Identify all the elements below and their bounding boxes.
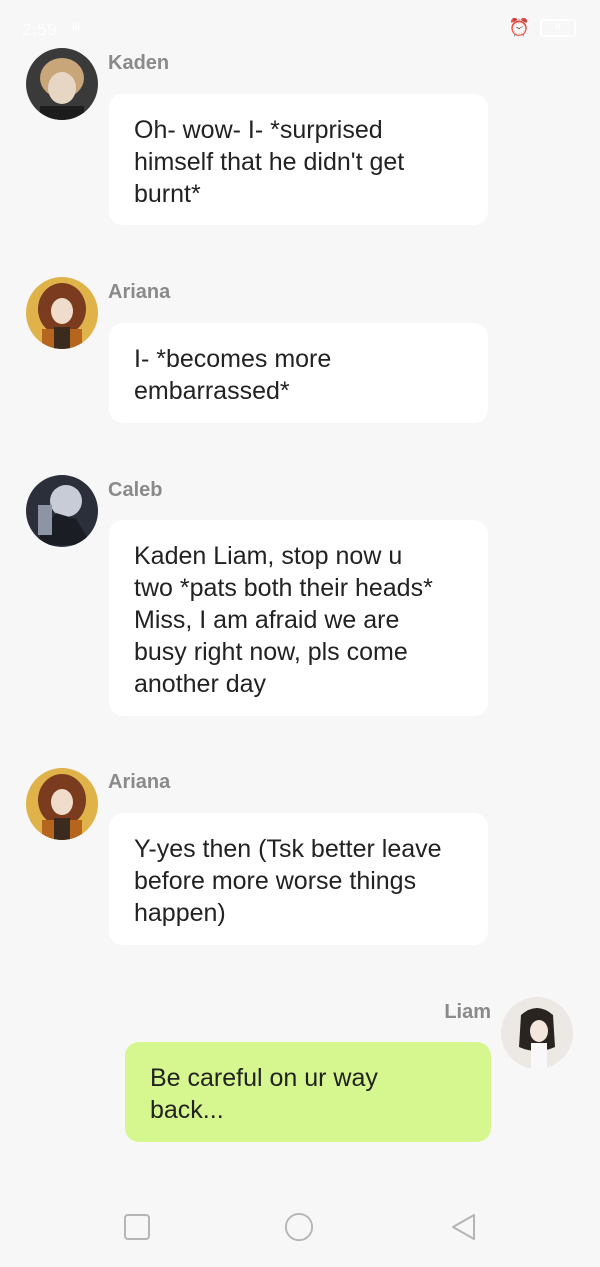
message-text: Be careful on ur way back... <box>150 1064 378 1124</box>
sender-name: Kaden <box>108 52 170 74</box>
avatar-ariana-image <box>26 768 98 840</box>
message-bubble[interactable]: I- *becomes more embarrassed* <box>109 323 488 423</box>
message-text: I- *becomes more embarrassed* <box>134 345 332 405</box>
sender-name: Ariana <box>108 281 171 303</box>
avatar-ariana[interactable] <box>26 277 98 349</box>
avatar-ariana-image <box>26 277 98 349</box>
message-text: Kaden Liam, stop now u two *pats both th… <box>134 542 433 698</box>
message-text: Y-yes then (Tsk better leave before more… <box>134 835 442 927</box>
recents-button-icon[interactable] <box>122 1212 152 1242</box>
back-button-icon[interactable] <box>449 1212 479 1242</box>
status-icons: ⏰ 8 <box>509 18 576 38</box>
message-bubble[interactable]: Y-yes then (Tsk better leave before more… <box>109 813 488 945</box>
avatar-liam[interactable] <box>501 997 573 1069</box>
message-text: Oh- wow- I- *surprised himself that he d… <box>134 116 405 208</box>
avatar-kaden[interactable] <box>26 48 98 120</box>
sender-name: Liam <box>444 1001 491 1023</box>
status-bar: 2:59 .ıll ⏰ 8 <box>0 0 600 50</box>
alarm-icon: ⏰ <box>508 18 530 37</box>
message-bubble[interactable]: Kaden Liam, stop now u two *pats both th… <box>109 520 488 716</box>
signal-icon: .ıll <box>68 20 80 34</box>
message-bubble[interactable]: Oh- wow- I- *surprised himself that he d… <box>109 94 488 225</box>
status-time: 2:59 <box>22 20 58 39</box>
battery-icon: 8 <box>540 19 576 37</box>
message-bubble-mine[interactable]: Be careful on ur way back... <box>125 1042 491 1142</box>
avatar-kaden-image <box>26 48 98 120</box>
navigation-bar <box>0 1190 600 1267</box>
avatar-caleb[interactable] <box>26 475 98 547</box>
sender-name: Ariana <box>108 771 171 793</box>
sender-name: Caleb <box>108 479 163 501</box>
home-button-icon[interactable] <box>284 1212 314 1242</box>
avatar-ariana[interactable] <box>26 768 98 840</box>
avatar-caleb-image <box>26 475 98 547</box>
avatar-liam-image <box>501 997 573 1069</box>
